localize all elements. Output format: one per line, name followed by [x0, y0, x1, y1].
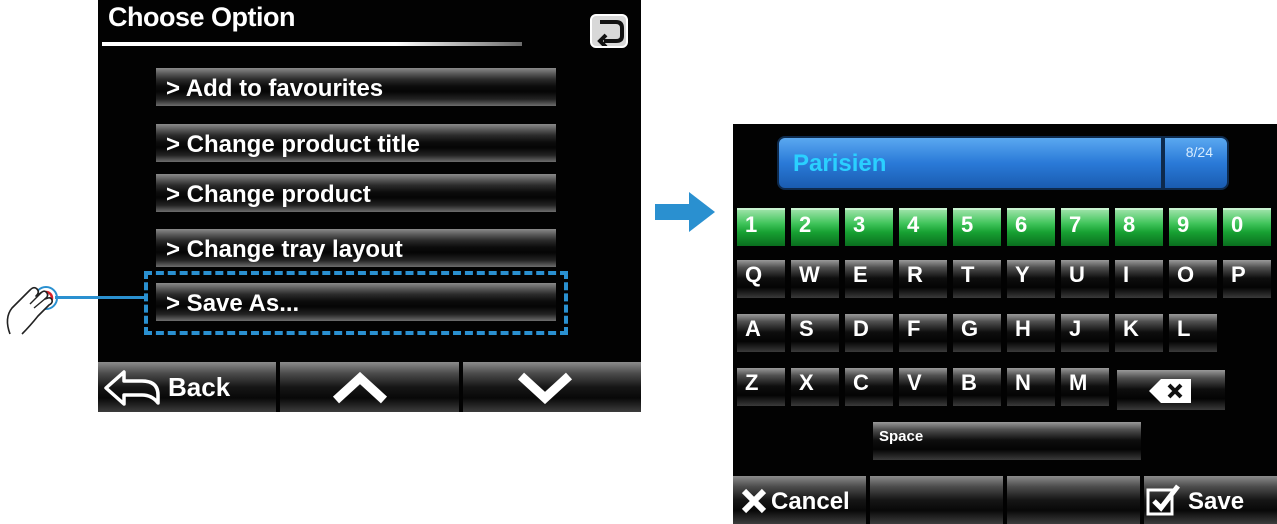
checkbox-checked-icon: [1146, 484, 1180, 516]
key-b[interactable]: B: [953, 368, 1001, 406]
menu-item-change-product[interactable]: > Change product: [156, 174, 556, 212]
menu-item-add-to-favourites[interactable]: > Add to favourites: [156, 68, 556, 106]
back-arrow-icon: [104, 370, 160, 406]
key-q[interactable]: Q: [737, 260, 785, 298]
choose-option-screen: Choose Option > Add to favourites > Chan…: [98, 0, 641, 412]
highlight-box: [144, 271, 568, 335]
key-t[interactable]: T: [953, 260, 1001, 298]
backspace-key[interactable]: [1117, 370, 1225, 410]
cancel-button[interactable]: Cancel: [733, 476, 866, 524]
title-underline: [102, 42, 522, 46]
screen-title: Choose Option: [108, 2, 295, 32]
key-u[interactable]: U: [1061, 260, 1109, 298]
bottom-spacer-button: [1007, 476, 1140, 524]
name-input[interactable]: Parisien 8/24: [777, 136, 1229, 190]
key-4[interactable]: 4: [899, 208, 947, 246]
key-p[interactable]: P: [1223, 260, 1271, 298]
save-button[interactable]: Save: [1144, 476, 1277, 524]
key-v[interactable]: V: [899, 368, 947, 406]
back-button[interactable]: Back: [98, 362, 277, 412]
key-s[interactable]: S: [791, 314, 839, 352]
key-1[interactable]: 1: [737, 208, 785, 246]
key-d[interactable]: D: [845, 314, 893, 352]
chevron-up-icon: [333, 372, 388, 404]
key-3[interactable]: 3: [845, 208, 893, 246]
key-9[interactable]: 9: [1169, 208, 1217, 246]
key-8[interactable]: 8: [1115, 208, 1163, 246]
key-g[interactable]: G: [953, 314, 1001, 352]
key-l[interactable]: L: [1169, 314, 1217, 352]
key-a[interactable]: A: [737, 314, 785, 352]
character-counter: 8/24: [1185, 144, 1213, 160]
bottom-action-bar: Cancel Save: [733, 476, 1277, 524]
key-k[interactable]: K: [1115, 314, 1163, 352]
key-x[interactable]: X: [791, 368, 839, 406]
hand-tap-icon: [6, 286, 58, 335]
chevron-down-icon: [517, 372, 572, 404]
bottom-spacer-button: [870, 476, 1003, 524]
space-key[interactable]: Space: [873, 422, 1141, 460]
key-j[interactable]: J: [1061, 314, 1109, 352]
key-h[interactable]: H: [1007, 314, 1055, 352]
back-label: Back: [168, 372, 231, 402]
cancel-label: Cancel: [771, 488, 850, 515]
key-f[interactable]: F: [899, 314, 947, 352]
counter-divider: [1161, 138, 1165, 188]
close-icon: [741, 488, 767, 514]
save-label: Save: [1188, 488, 1245, 515]
return-arrow-icon: [597, 20, 624, 46]
key-5[interactable]: 5: [953, 208, 1001, 246]
scroll-up-button[interactable]: [280, 362, 459, 412]
scroll-down-button[interactable]: [462, 362, 641, 412]
key-r[interactable]: R: [899, 260, 947, 298]
key-c[interactable]: C: [845, 368, 893, 406]
name-input-value: Parisien: [793, 150, 887, 177]
menu-item-change-tray-layout[interactable]: > Change tray layout: [156, 229, 556, 267]
menu-item-change-product-title[interactable]: > Change product title: [156, 124, 556, 162]
key-o[interactable]: O: [1169, 260, 1217, 298]
bottom-navigation-bar: Back: [98, 362, 641, 412]
arrow-right-icon: [655, 192, 715, 232]
key-0[interactable]: 0: [1223, 208, 1271, 246]
key-e[interactable]: E: [845, 260, 893, 298]
key-m[interactable]: M: [1061, 368, 1109, 406]
key-w[interactable]: W: [791, 260, 839, 298]
key-n[interactable]: N: [1007, 368, 1055, 406]
key-6[interactable]: 6: [1007, 208, 1055, 246]
key-2[interactable]: 2: [791, 208, 839, 246]
callout-line: [55, 296, 147, 299]
return-button[interactable]: [590, 14, 628, 48]
keyboard-screen: Parisien 8/24 1 2 3 4 5 6 7 8 9 0 Q W E …: [733, 124, 1277, 524]
key-z[interactable]: Z: [737, 368, 785, 406]
key-i[interactable]: I: [1115, 260, 1163, 298]
key-y[interactable]: Y: [1007, 260, 1055, 298]
backspace-icon: [1149, 379, 1191, 403]
key-7[interactable]: 7: [1061, 208, 1109, 246]
